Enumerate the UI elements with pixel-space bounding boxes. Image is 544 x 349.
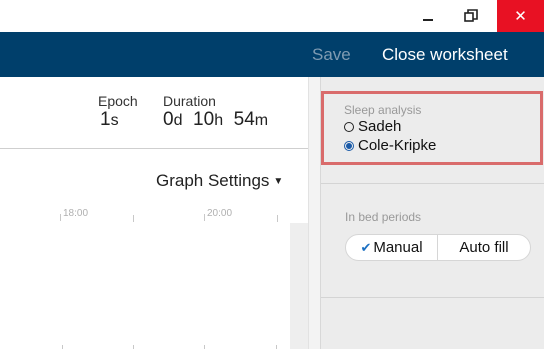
epoch-number: 1 [100, 109, 111, 130]
close-icon: ✕ [514, 8, 527, 25]
restore-button[interactable] [451, 0, 491, 32]
sleep-analysis-title: Sleep analysis [344, 103, 422, 117]
minimize-icon [423, 19, 433, 21]
panel-splitter[interactable] [308, 77, 320, 349]
radio-cole-kripke[interactable]: Cole-Kripke [344, 137, 436, 154]
radio-sadeh-label: Sadeh [358, 118, 402, 135]
duration-minutes: 54 [233, 109, 255, 130]
tick-label-1800: 18:00 [63, 208, 89, 219]
sidebar-divider [321, 297, 544, 298]
epoch-value: 1s [100, 109, 119, 131]
bottom-tick [133, 345, 134, 349]
analysis-sidebar: Sleep analysis Sadeh Cole-Kripke In bed … [320, 77, 544, 349]
restore-icon [464, 9, 478, 22]
graph-scroll-strip[interactable] [290, 223, 308, 349]
sleep-analysis-group: Sleep analysis Sadeh Cole-Kripke [321, 91, 543, 165]
radio-sadeh[interactable]: Sadeh [344, 118, 401, 135]
tick-mark [133, 215, 134, 222]
radio-cole-kripke-label: Cole-Kripke [358, 137, 437, 154]
duration-hours: 10 [193, 109, 215, 130]
bottom-tick [62, 345, 63, 349]
in-bed-periods-title: In bed periods [345, 210, 422, 224]
sidebar-divider [321, 183, 544, 184]
save-button[interactable]: Save [312, 32, 351, 77]
checkmark-icon: ✔ [360, 239, 372, 255]
duration-days: 0 [163, 109, 174, 130]
in-bed-mode-toggle: ✔ Manual Auto fill [345, 234, 531, 261]
duration-days-unit: d [173, 112, 183, 129]
radio-selected-icon [344, 140, 354, 151]
graph-settings-label: Graph Settings [156, 171, 270, 190]
title-bar: ✕ [0, 0, 544, 32]
manual-option[interactable]: ✔ Manual [346, 235, 438, 260]
stats-divider [0, 148, 308, 149]
tick-mark [204, 214, 205, 221]
auto-fill-label: Auto fill [459, 239, 509, 256]
graph-settings-dropdown[interactable]: Graph Settings ▼ [156, 171, 283, 191]
auto-fill-option[interactable]: Auto fill [438, 235, 530, 260]
duration-value: 0d 10h 54m [163, 109, 268, 131]
close-window-button[interactable]: ✕ [497, 0, 544, 32]
radio-unselected-icon [344, 121, 354, 132]
graph-panel: Epoch 1s Duration 0d 10h 54m Graph Setti… [0, 77, 308, 349]
tick-mark [60, 214, 61, 221]
manual-label: Manual [373, 239, 423, 256]
bottom-tick [204, 345, 205, 349]
duration-hours-unit: h [214, 112, 224, 129]
tick-mark [277, 215, 278, 222]
close-worksheet-button[interactable]: Close worksheet [382, 32, 508, 77]
caret-down-icon: ▼ [273, 176, 284, 188]
duration-minutes-unit: m [254, 112, 269, 129]
tick-label-2000: 20:00 [207, 208, 233, 219]
epoch-unit: s [110, 112, 119, 129]
minimize-button[interactable] [405, 0, 451, 32]
epoch-label: Epoch [98, 93, 138, 109]
worksheet-header: Save Close worksheet [0, 32, 544, 77]
duration-label: Duration [163, 93, 216, 109]
bottom-tick [276, 345, 277, 349]
